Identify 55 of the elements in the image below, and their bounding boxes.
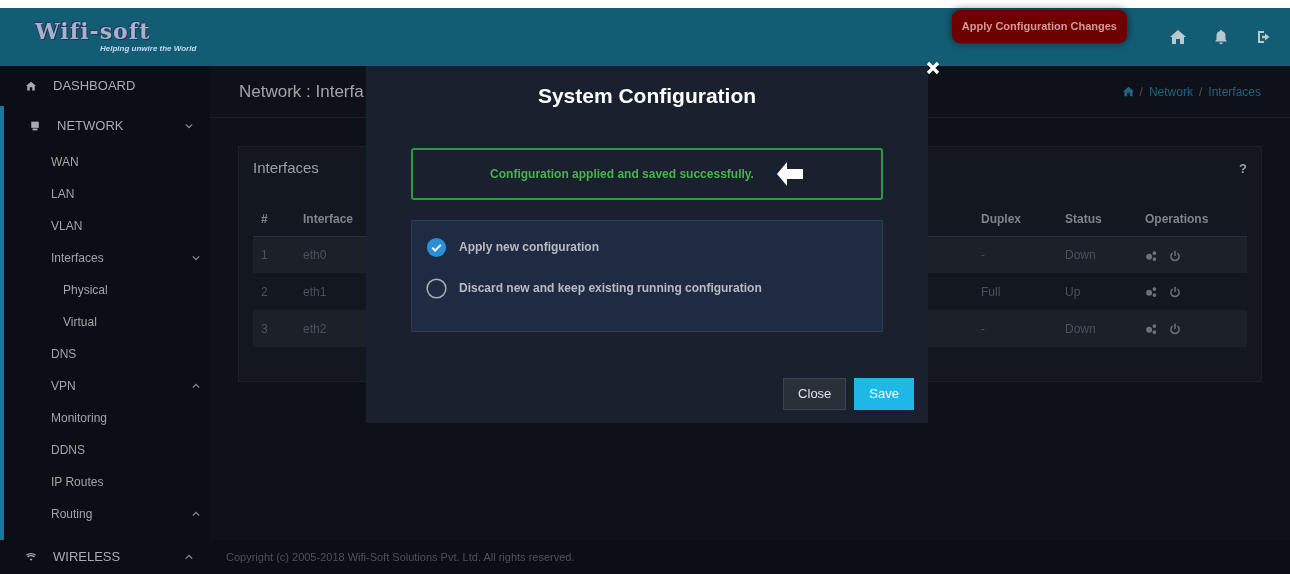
wifi-icon — [26, 552, 36, 562]
logout-icon[interactable] — [1256, 29, 1272, 45]
radio-button[interactable] — [426, 236, 447, 258]
sidebar-item[interactable]: Monitoring — [4, 402, 210, 434]
arrow-left-icon — [775, 160, 804, 187]
sidebar-item[interactable]: VPN — [4, 370, 210, 402]
gears-icon[interactable] — [1145, 323, 1157, 336]
sidebar-item[interactable]: IP Routes — [4, 466, 210, 498]
power-icon[interactable] — [1169, 286, 1181, 299]
gears-icon[interactable] — [1145, 249, 1157, 262]
breadcrumb-separator: / — [1198, 83, 1203, 101]
home-icon[interactable] — [1122, 86, 1134, 97]
home-icon — [26, 81, 36, 91]
sidebar-item[interactable]: Physical — [4, 274, 210, 306]
column-header: Duplex — [973, 209, 1057, 236]
table-cell: Full — [973, 273, 1057, 310]
help-link[interactable]: ? — [1239, 158, 1247, 178]
table-cell: - — [973, 310, 1057, 347]
table-cell: - — [973, 236, 1057, 273]
apply-changes-button[interactable]: Apply Configuration Changes — [951, 10, 1127, 43]
table-cell: Up — [1057, 273, 1137, 310]
table-cell: eth1 — [295, 273, 395, 310]
alert-message: Configuration applied and saved successfully. — [490, 165, 754, 183]
power-icon[interactable] — [1169, 323, 1181, 336]
home-icon[interactable] — [1170, 29, 1186, 45]
sidebar-item[interactable]: DDNS — [4, 434, 210, 466]
sidebar-item[interactable]: DASHBOARD — [0, 66, 210, 106]
sidebar-item[interactable]: NETWORK — [4, 106, 210, 146]
sidebar-item[interactable]: LAN — [4, 178, 210, 210]
close-button[interactable]: Close — [783, 378, 847, 410]
column-header: Status — [1057, 209, 1137, 236]
gears-icon[interactable] — [1145, 286, 1157, 299]
radio-option[interactable]: Discard new and keep existing running configuration — [426, 277, 868, 299]
page-title: Network : Interfa — [239, 80, 364, 103]
column-header: # — [253, 209, 295, 236]
sidebar-item[interactable]: WAN — [4, 146, 210, 178]
logo-tagline: Helping unwire the World — [100, 42, 197, 55]
copyright-text: Copyright (c) 2005-2018 Wifi-Soft Solutions Pvt. Ltd. All rights reserved. — [210, 540, 1290, 574]
radio-option[interactable]: Apply new configuration — [426, 236, 868, 258]
sidebar-item[interactable]: Virtual — [4, 306, 210, 338]
sidebar-item[interactable]: Routing — [4, 498, 210, 530]
sidebar-item[interactable]: VLAN — [4, 210, 210, 242]
sidebar-item[interactable]: Interfaces — [4, 242, 210, 274]
radio-button[interactable] — [426, 277, 447, 299]
column-header: Operations — [1137, 209, 1247, 236]
table-cell: 2 — [253, 273, 295, 310]
close-icon[interactable] — [926, 61, 940, 75]
bell-icon[interactable] — [1213, 29, 1229, 45]
breadcrumb-separator: / — [1139, 83, 1143, 101]
modal-title: System Configuration — [536, 83, 758, 109]
card-title: Interfaces — [253, 158, 319, 178]
logo-text: Wifi-soft — [35, 19, 151, 42]
monitor-icon — [30, 121, 40, 131]
power-icon[interactable] — [1169, 249, 1181, 262]
sidebar-item[interactable]: DNS — [4, 338, 210, 370]
